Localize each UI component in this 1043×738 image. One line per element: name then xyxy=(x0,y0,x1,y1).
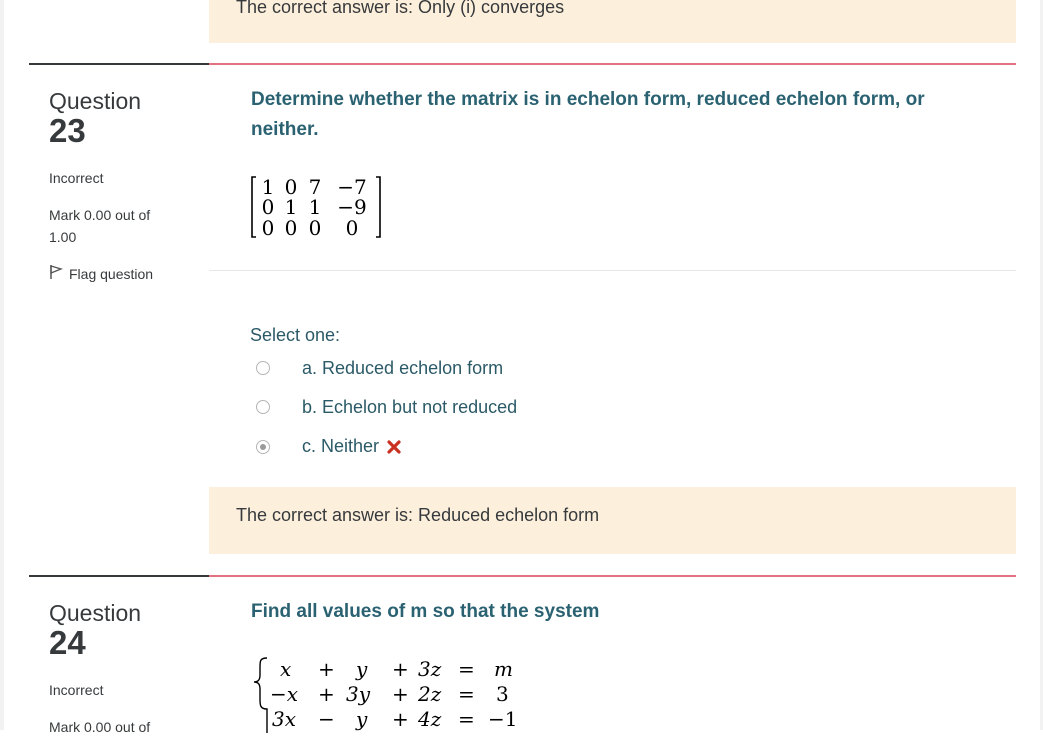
svg-text:+: + xyxy=(318,657,335,681)
svg-text:+: + xyxy=(392,707,409,731)
svg-text:+: + xyxy=(318,682,335,706)
question-23-text: Determine whether the matrix is in echel… xyxy=(251,89,925,140)
flag-icon xyxy=(49,264,63,283)
option-a-label[interactable]: a. Reduced echelon form xyxy=(302,358,503,379)
system-term: x xyxy=(280,657,291,681)
system-term: 2z xyxy=(417,682,442,706)
question-grade: Mark 0.00 out of 1.00 xyxy=(49,207,151,245)
system-term: y xyxy=(355,657,368,681)
svg-text:−: − xyxy=(318,707,335,731)
system-rhs: m xyxy=(494,657,513,681)
question-23-rule-right xyxy=(209,63,1016,65)
question-state: Incorrect xyxy=(49,170,104,186)
option-b-radio[interactable] xyxy=(256,400,270,414)
option-b[interactable]: b. Echelon but not reduced xyxy=(256,395,517,419)
question-number: 23 xyxy=(49,112,86,149)
option-a-radio[interactable] xyxy=(256,361,270,375)
question-state: Incorrect xyxy=(49,682,104,698)
option-b-label[interactable]: b. Echelon but not reduced xyxy=(302,397,517,418)
matrix-cell: 0 xyxy=(346,216,359,239)
option-c-radio[interactable] xyxy=(256,440,270,454)
question-23-divider xyxy=(209,270,1016,271)
svg-text:=: = xyxy=(458,707,475,731)
flag-question-link[interactable]: Flag question xyxy=(49,264,199,283)
svg-text:+: + xyxy=(392,682,409,706)
flag-question-label: Flag question xyxy=(69,265,154,282)
system-term: 4z xyxy=(417,707,442,731)
option-c-label[interactable]: c. Neither xyxy=(302,436,379,456)
question-24-info: Question 24 Incorrect Mark 0.00 out of xyxy=(49,600,199,738)
page-left-edge xyxy=(0,0,4,730)
matrix-cell: 0 xyxy=(285,216,298,239)
matrix-cell: 0 xyxy=(309,216,322,239)
previous-feedback-box: The correct answer is: Only (i) converge… xyxy=(209,0,1016,43)
svg-text:=: = xyxy=(458,682,475,706)
svg-text:+: + xyxy=(392,657,409,681)
system-term: −x xyxy=(270,682,298,706)
system-rhs: −1 xyxy=(488,707,517,731)
option-c-row-text[interactable]: c. Neither xyxy=(302,436,401,459)
question-23-info: Question 23 Incorrect Mark 0.00 out of 1… xyxy=(49,88,199,283)
option-a[interactable]: a. Reduced echelon form xyxy=(256,356,503,380)
question-number: 24 xyxy=(49,624,86,661)
system-rhs: 3 xyxy=(496,682,509,706)
system-term: 3x xyxy=(272,707,296,731)
select-one-prompt: Select one: xyxy=(250,325,341,345)
system-term: 3y xyxy=(346,682,371,706)
matrix-cell: 0 xyxy=(262,216,275,239)
question-23-rule-left xyxy=(29,63,209,65)
system-term: y xyxy=(355,707,368,731)
question-label: Question xyxy=(49,88,142,114)
system-term: 3z xyxy=(418,657,442,681)
svg-text:=: = xyxy=(458,657,475,681)
question-23-matrix: 1 0 7 −7 0 1 1 −9 0 0 0 0 xyxy=(251,175,381,239)
question-24-equation-system: x + y + 3z = m −x + 3y + 2z = 3 3x − y +… xyxy=(253,657,517,733)
previous-feedback-text: The correct answer is: Only (i) converge… xyxy=(236,0,565,17)
question-24-text: Find all values of m so that the system xyxy=(251,601,600,622)
question-24-rule-left xyxy=(29,575,209,577)
question-23-feedback-box: The correct answer is: Reduced echelon f… xyxy=(209,487,1016,554)
question-23-feedback-text: The correct answer is: Reduced echelon f… xyxy=(236,505,600,525)
question-label: Question xyxy=(49,600,142,626)
option-c[interactable]: c. Neither xyxy=(256,435,401,459)
question-24-rule-right xyxy=(209,575,1016,577)
question-grade: Mark 0.00 out of xyxy=(49,719,151,735)
incorrect-x-icon xyxy=(387,438,401,459)
